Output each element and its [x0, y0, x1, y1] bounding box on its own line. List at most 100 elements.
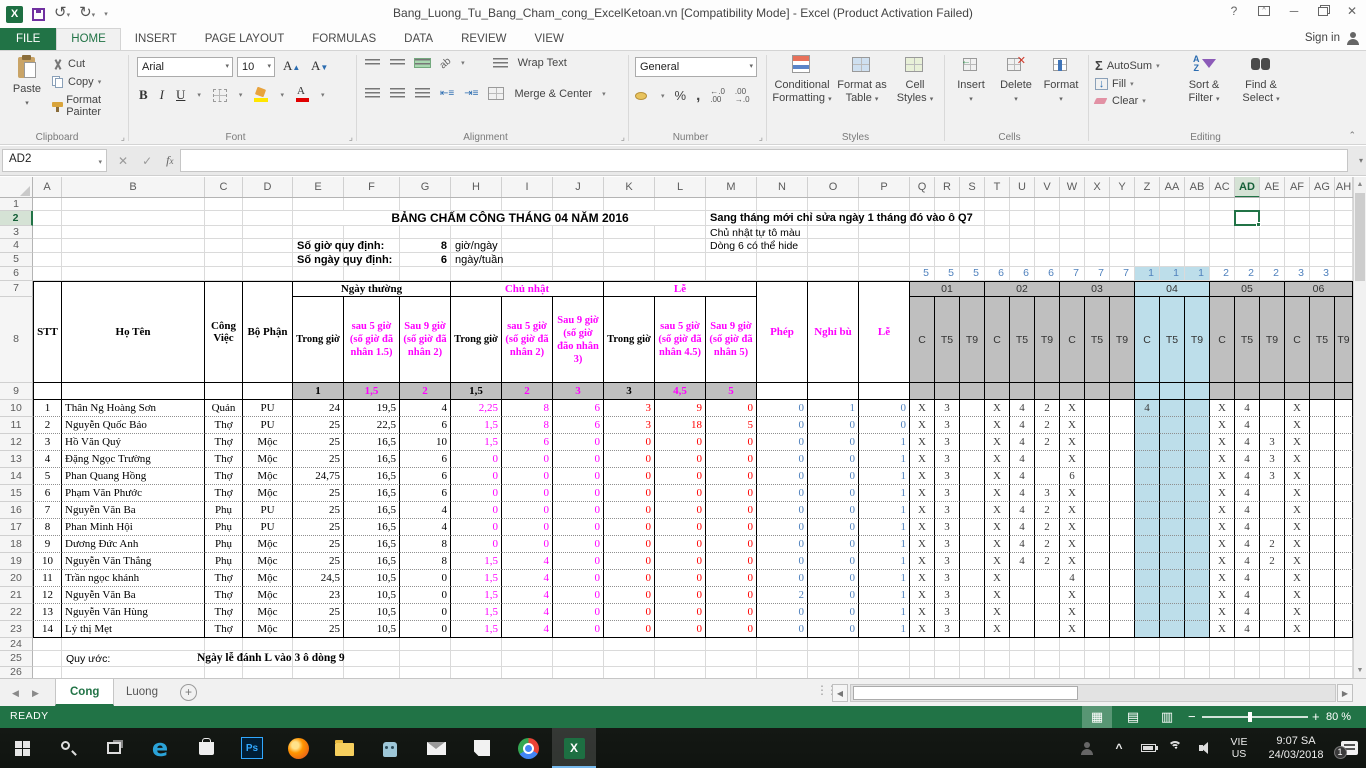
header-day-group[interactable]: 01: [910, 281, 985, 297]
cell-Q17[interactable]: X: [910, 519, 935, 536]
column-header-W[interactable]: W: [1060, 177, 1085, 198]
horizontal-scroll-thumb[interactable]: [853, 686, 1078, 700]
grid-cell[interactable]: [1085, 638, 1110, 651]
weekday-cell[interactable]: 2: [1260, 267, 1285, 281]
header-day-group[interactable]: 06: [1285, 281, 1353, 297]
grid-cell[interactable]: [960, 239, 985, 253]
grid-cell[interactable]: [1335, 253, 1353, 267]
ribbon-display-options-icon[interactable]: ^: [1258, 6, 1270, 16]
cell-F10[interactable]: 19,5: [344, 400, 400, 417]
cell-B23[interactable]: Lý thị Mẹt: [62, 621, 205, 638]
row-header-9[interactable]: 9: [0, 383, 33, 400]
row-header-2[interactable]: 2: [0, 211, 33, 226]
cell-Q15[interactable]: X: [910, 485, 935, 502]
cell-H20[interactable]: 1,5: [451, 570, 502, 587]
row-header-25[interactable]: 25: [0, 651, 33, 667]
cell-G15[interactable]: 6: [400, 485, 451, 502]
cell-X21[interactable]: [1085, 587, 1110, 604]
accounting-dropdown-icon[interactable]: ▾: [661, 92, 665, 100]
cell-S19[interactable]: [960, 553, 985, 570]
vertical-scrollbar[interactable]: ▲ ▼: [1353, 177, 1366, 678]
cell-AE20[interactable]: [1260, 570, 1285, 587]
cell-M12[interactable]: 0: [706, 434, 757, 451]
bold-button[interactable]: B: [139, 87, 148, 103]
cell-AE14[interactable]: 3: [1260, 468, 1285, 485]
grid-cell[interactable]: [910, 198, 935, 211]
file-explorer-button[interactable]: [322, 728, 366, 768]
weekday-cell[interactable]: 3: [1310, 267, 1335, 281]
cell-AD17[interactable]: 4: [1235, 519, 1260, 536]
cell-W14[interactable]: 6: [1060, 468, 1085, 485]
cell-I15[interactable]: 0: [502, 485, 553, 502]
cell-O11[interactable]: 0: [808, 417, 859, 434]
grid-cell[interactable]: [1035, 253, 1060, 267]
rates-empty[interactable]: [1310, 383, 1335, 400]
cell-W21[interactable]: X: [1060, 587, 1085, 604]
row-header-21[interactable]: 21: [0, 587, 33, 604]
cell-AC19[interactable]: X: [1210, 553, 1235, 570]
grid-cell[interactable]: [502, 226, 553, 239]
cell-AH15[interactable]: [1335, 485, 1353, 502]
cell-D12[interactable]: Mộc: [243, 434, 293, 451]
grid-cell[interactable]: [243, 198, 293, 211]
grid-cell[interactable]: [400, 638, 451, 651]
row-header-5[interactable]: 5: [0, 253, 33, 267]
tab-view[interactable]: VIEW: [520, 28, 577, 50]
cell-Y23[interactable]: [1110, 621, 1135, 638]
grid-cell[interactable]: [553, 198, 604, 211]
header-day-group[interactable]: 04: [1135, 281, 1210, 297]
tab-review[interactable]: REVIEW: [447, 28, 520, 50]
grid-cell[interactable]: [1060, 226, 1085, 239]
cell-AB18[interactable]: [1185, 536, 1210, 553]
photoshop-button[interactable]: Ps: [230, 728, 274, 768]
cell-F14[interactable]: 16,5: [344, 468, 400, 485]
decrease-indent-icon[interactable]: ⇤≡: [440, 88, 454, 99]
grid-cell[interactable]: [1285, 667, 1310, 678]
cell-V17[interactable]: 2: [1035, 519, 1060, 536]
grid-cell[interactable]: [1110, 253, 1135, 267]
clock[interactable]: 9:07 SA24/03/2018: [1258, 728, 1334, 768]
row-header-4[interactable]: 4: [0, 239, 33, 253]
enter-icon[interactable]: ✓: [142, 154, 152, 168]
cell-O12[interactable]: 0: [808, 434, 859, 451]
cell-F18[interactable]: 16,5: [344, 536, 400, 553]
cell-U17[interactable]: 4: [1010, 519, 1035, 536]
grid-cell[interactable]: [1185, 638, 1210, 651]
cell-AF11[interactable]: X: [1285, 417, 1310, 434]
grid-cell[interactable]: [1210, 198, 1235, 211]
grid-cell[interactable]: [706, 253, 757, 267]
cell-AA17[interactable]: [1160, 519, 1185, 536]
cell-D15[interactable]: Mộc: [243, 485, 293, 502]
cell-R20[interactable]: 3: [935, 570, 960, 587]
cell-S11[interactable]: [960, 417, 985, 434]
cell-C22[interactable]: Thợ: [205, 604, 243, 621]
grid-cell[interactable]: [62, 638, 205, 651]
cell-A23[interactable]: 14: [33, 621, 62, 638]
cell-X17[interactable]: [1085, 519, 1110, 536]
column-header-J[interactable]: J: [553, 177, 604, 198]
cell-T23[interactable]: X: [985, 621, 1010, 638]
cell-G21[interactable]: 0: [400, 587, 451, 604]
cell-AC16[interactable]: X: [1210, 502, 1235, 519]
cell-G19[interactable]: 8: [400, 553, 451, 570]
cell-AA15[interactable]: [1160, 485, 1185, 502]
cell-H22[interactable]: 1,5: [451, 604, 502, 621]
cell-G23[interactable]: 0: [400, 621, 451, 638]
cell-R13[interactable]: 3: [935, 451, 960, 468]
cell-AG20[interactable]: [1310, 570, 1335, 587]
column-header-AH[interactable]: AH: [1335, 177, 1353, 198]
grid-cell[interactable]: [1210, 211, 1235, 226]
row-header-26[interactable]: 26: [0, 667, 33, 678]
align-right-icon[interactable]: [415, 88, 430, 99]
grid-cell[interactable]: [205, 667, 243, 678]
cell-C14[interactable]: Thợ: [205, 468, 243, 485]
robot-app-button[interactable]: [368, 728, 412, 768]
cell-K15[interactable]: 0: [604, 485, 655, 502]
autosum-button[interactable]: Σ AutoSum ▾: [1095, 58, 1160, 73]
cell-T22[interactable]: X: [985, 604, 1010, 621]
cell-AG15[interactable]: [1310, 485, 1335, 502]
grid-cell[interactable]: [655, 226, 706, 239]
grid-cell[interactable]: [910, 651, 935, 667]
cell-AC12[interactable]: X: [1210, 434, 1235, 451]
orientation-dropdown-icon[interactable]: ▾: [461, 59, 465, 67]
